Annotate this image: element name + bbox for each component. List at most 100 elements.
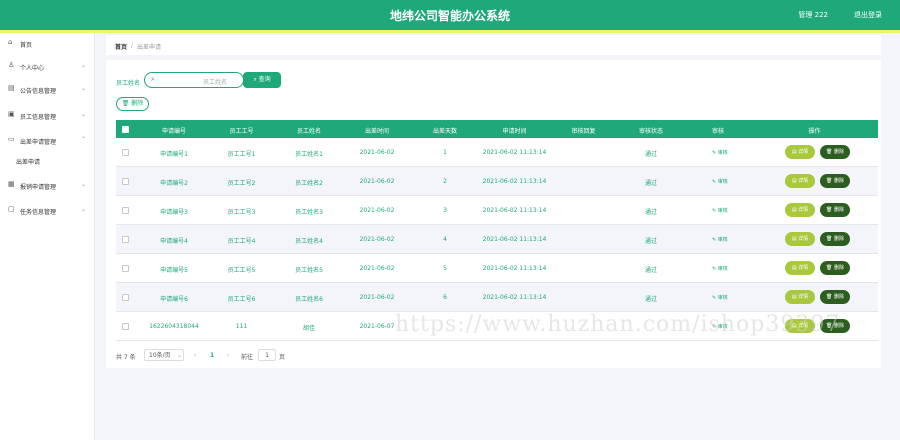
sidebar-item-trip-management[interactable]: ▭ 出差申请管理 ⌃ (0, 130, 95, 150)
detail-button[interactable]: ▤ 详情 (785, 232, 815, 246)
chevron-down-icon: ⌄ (80, 181, 86, 188)
sidebar-item-label: 任务信息管理 (20, 209, 57, 216)
table-cell-apply-time: 2021-06-02 11:13:14 (482, 207, 547, 214)
table-cell-days: 6 (443, 294, 447, 301)
table-cell-name: 员工姓名2 (295, 180, 323, 187)
audit-link[interactable]: ✎ 审核 (712, 207, 728, 214)
sidebar-item-task-management[interactable]: ▢ 任务信息管理 ⌄ (0, 200, 95, 220)
sidebar-item-notice-management[interactable]: ▤ 公告信息管理 ⌄ (0, 79, 95, 99)
sidebar-item-personal-center[interactable]: ♙ 个人中心 ⌄ (0, 56, 95, 76)
search-input[interactable]: ⌕ 员工姓名 (144, 72, 244, 88)
sidebar-item-label: 报销申请管理 (20, 184, 57, 191)
trip-icon: ▭ (8, 135, 15, 143)
trash-icon: 🗑 (826, 207, 834, 213)
sidebar: ⌂ 首页 ♙ 个人中心 ⌄ ▤ 公告信息管理 ⌄ ▣ 员工信息管理 ⌄ ▭ 出差… (0, 33, 95, 440)
search-button[interactable]: ⌕ 查询 (243, 72, 281, 88)
delete-button-label: 删除 (833, 149, 844, 155)
sidebar-item-home[interactable]: ⌂ 首页 (0, 33, 95, 53)
delete-button[interactable]: 🗑 删除 (820, 261, 850, 275)
table-cell-date: 2021-06-02 (359, 207, 395, 214)
table-row: 申请编号6 员工工号6 员工姓名6 2021-06-02 6 2021-06-02 11:… (116, 283, 878, 312)
row-checkbox[interactable] (122, 149, 129, 156)
column-header: 员工工号 (229, 128, 254, 135)
detail-button[interactable]: ▤ 详情 (785, 203, 815, 217)
sidebar-item-reimbursement-management[interactable]: ▦ 报销申请管理 ⌄ (0, 175, 95, 195)
table-row: 申请编号4 员工工号4 员工姓名4 2021-06-02 4 2021-06-02 11:… (116, 225, 878, 254)
table-cell-apply-time: 2021-06-02 11:13:14 (482, 294, 547, 301)
row-checkbox[interactable] (122, 207, 129, 214)
sidebar-item-label: 公告信息管理 (20, 88, 57, 95)
delete-button[interactable]: 🗑 删除 (820, 232, 850, 246)
audit-link[interactable]: ✎ 审核 (712, 294, 728, 301)
breadcrumb-separator: / (131, 42, 134, 49)
notice-icon: ▤ (8, 84, 15, 92)
table-cell-no: 申请编号6 (160, 296, 188, 303)
delete-button[interactable]: 🗑 删除 (820, 290, 850, 304)
row-checkbox[interactable] (122, 178, 129, 185)
detail-button[interactable]: ▤ 详情 (785, 174, 815, 188)
top-bar: 地纬公司智能办公系统 管理 222 退出登录 (0, 0, 900, 30)
breadcrumb-home[interactable]: 首页 (115, 42, 127, 51)
search-icon: ⌕ (151, 75, 155, 83)
table-cell-days: 2 (443, 178, 447, 185)
table-cell-apply-time: 2021-06-02 11:13:14 (482, 265, 547, 272)
detail-button[interactable]: ▤ 详情 (785, 261, 815, 275)
search-icon: ⌕ (253, 76, 257, 83)
audit-label: 审核 (717, 266, 728, 272)
page-size-select[interactable]: 10条/页 ⌄ (144, 349, 184, 361)
table-cell-name: 员工姓名6 (295, 296, 323, 303)
table-cell-status: 通过 (644, 267, 657, 274)
chevron-up-icon: ⌃ (80, 136, 86, 143)
table-cell-emp-no: 员工工号4 (227, 238, 256, 245)
sidebar-subitem-trip-application[interactable]: 出差申请 (16, 157, 40, 166)
search-button-label: 查询 (258, 76, 271, 83)
audit-link[interactable]: ✎ 审核 (712, 265, 728, 272)
table-cell-emp-no: 111 (235, 323, 248, 330)
trash-icon: 🗑 (826, 178, 834, 184)
audit-link[interactable]: ✎ 审核 (712, 178, 728, 185)
column-header: 申请时间 (502, 128, 527, 135)
table-cell-emp-no: 员工工号6 (227, 296, 256, 303)
table-cell-days: 3 (443, 207, 447, 214)
page-number-current[interactable]: 1 (210, 352, 214, 359)
delete-button-label: 删除 (833, 294, 844, 300)
batch-delete-label: 删除 (131, 100, 144, 107)
table-cell-no: 申请编号4 (160, 238, 188, 245)
detail-button[interactable]: ▤ 详情 (785, 145, 815, 159)
detail-button[interactable]: ▤ 详情 (785, 290, 815, 304)
sidebar-item-label: 首页 (20, 42, 33, 49)
prev-page-button[interactable]: ‹ (194, 352, 196, 359)
batch-delete-button[interactable]: 🗑 删除 (116, 97, 149, 111)
audit-link[interactable]: ✎ 审核 (712, 236, 728, 243)
delete-button[interactable]: 🗑 删除 (820, 174, 850, 188)
row-checkbox[interactable] (122, 236, 129, 243)
select-all-checkbox[interactable] (122, 126, 129, 133)
table-cell-status: 通过 (644, 151, 657, 158)
table-cell-date: 2021-06-02 (359, 294, 395, 301)
table-cell-date: 2021-06-02 (359, 178, 395, 185)
delete-button[interactable]: 🗑 删除 (820, 145, 850, 159)
next-page-button[interactable]: › (227, 352, 229, 359)
trash-icon: 🗑 (826, 265, 834, 271)
table-header: 申请编号 员工工号 员工姓名 出差时间 出差天数 申请时间 审核回复 审核状态 … (116, 120, 878, 138)
row-checkbox[interactable] (122, 323, 129, 330)
table-cell-status: 通过 (644, 238, 657, 245)
table-cell-no: 1622604318044 (149, 323, 199, 330)
row-checkbox[interactable] (122, 294, 129, 301)
table-cell-no: 申请编号3 (160, 209, 188, 216)
column-header: 审核 (711, 128, 724, 135)
chevron-down-icon: ⌄ (177, 352, 183, 359)
chevron-down-icon: ⌄ (80, 62, 86, 69)
sidebar-item-label: 出差申请管理 (20, 139, 57, 146)
audit-label: 审核 (717, 179, 728, 185)
table-cell-days: 4 (443, 236, 447, 243)
audit-link[interactable]: ✎ 审核 (712, 149, 728, 156)
detail-button-label: 详情 (798, 236, 809, 242)
logout-link[interactable]: 退出登录 (854, 10, 882, 20)
goto-page-input[interactable]: 1 (258, 349, 276, 361)
sidebar-item-employee-management[interactable]: ▣ 员工信息管理 ⌄ (0, 105, 95, 125)
detail-button-label: 详情 (798, 294, 809, 300)
trash-icon: 🗑 (826, 294, 834, 300)
delete-button[interactable]: 🗑 删除 (820, 203, 850, 217)
row-checkbox[interactable] (122, 265, 129, 272)
